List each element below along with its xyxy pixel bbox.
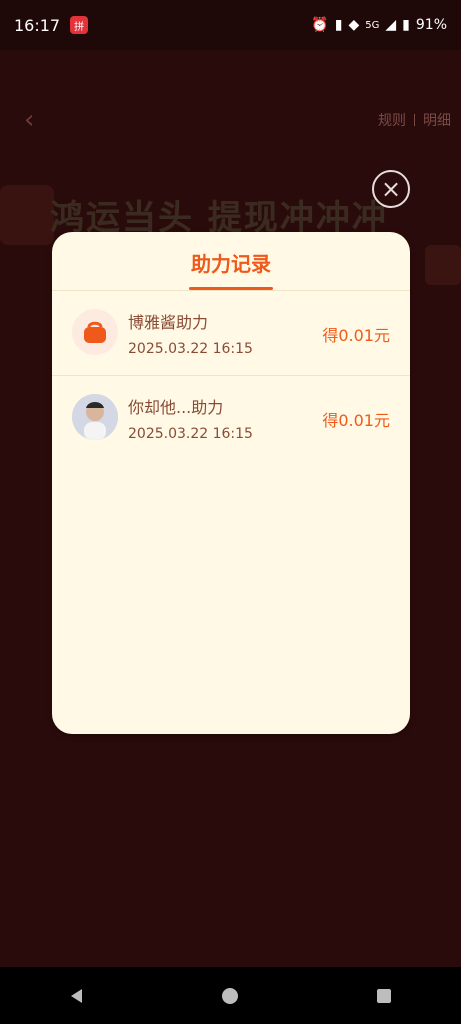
avatar: [72, 309, 118, 355]
decorative-red-envelope-right: [425, 245, 461, 285]
alarm-icon: ⏰: [311, 17, 329, 33]
nav-home-button[interactable]: [210, 976, 250, 1016]
nav-recent-icon: [377, 988, 392, 1003]
nav-back-icon: [70, 988, 82, 1003]
status-right: ⏰ ▮ ◆ 5G ◢ ▮ 91%: [311, 17, 447, 33]
record-amount: 得0.01元: [322, 326, 390, 345]
modal-header: 助力记录: [52, 232, 410, 291]
signal-icon: ◢: [385, 17, 397, 33]
app-notification-icon: 拼: [70, 16, 89, 34]
network-type: 5G: [365, 19, 380, 31]
title-underline: [189, 287, 273, 290]
avatar: [72, 394, 118, 440]
record-name: 博雅酱助力: [128, 313, 209, 332]
bag-icon: [84, 321, 106, 343]
divider: [414, 114, 415, 126]
record-row: 你却他...助力 2025.03.22 16:15 得0.01元: [52, 376, 410, 460]
nav-recent-button[interactable]: [364, 976, 404, 1016]
vibrate-icon: ▮: [334, 17, 343, 33]
record-time: 2025.03.22 16:15: [128, 341, 253, 357]
decorative-red-envelope: [0, 185, 54, 245]
record-amount: 得0.01元: [322, 411, 390, 430]
record-row: 博雅酱助力 2025.03.22 16:15 得0.01元: [52, 291, 410, 376]
wifi-icon: ◆: [348, 17, 360, 33]
record-list: 博雅酱助力 2025.03.22 16:15 得0.01元 你却他...助力 2…: [52, 291, 410, 460]
back-chevron-icon[interactable]: ‹: [24, 107, 44, 133]
status-bar: 16:17 拼 ⏰ ▮ ◆ 5G ◢ ▮ 91%: [0, 0, 461, 50]
assist-record-modal: 助力记录 博雅酱助力 2025.03.22 16:15 得0.01元 你却他..…: [52, 232, 410, 734]
status-time: 16:17: [14, 15, 61, 35]
modal-title: 助力记录: [191, 252, 271, 276]
close-button[interactable]: ×: [372, 170, 410, 208]
record-name: 你却他...助力: [128, 398, 224, 417]
nav-back-button[interactable]: [57, 976, 97, 1016]
battery-percent: 91%: [415, 17, 447, 33]
record-time: 2025.03.22 16:15: [128, 426, 253, 442]
rules-link[interactable]: 规则: [378, 110, 406, 130]
person-photo-icon: [72, 394, 118, 440]
nav-home-icon: [222, 987, 239, 1004]
details-link[interactable]: 明细: [423, 110, 451, 130]
close-icon: ×: [380, 175, 402, 203]
status-left: 16:17 拼: [14, 15, 89, 35]
header-links: 规则 明细: [378, 110, 451, 130]
battery-icon: ▮: [402, 17, 410, 33]
navigation-bar: [0, 967, 461, 1024]
